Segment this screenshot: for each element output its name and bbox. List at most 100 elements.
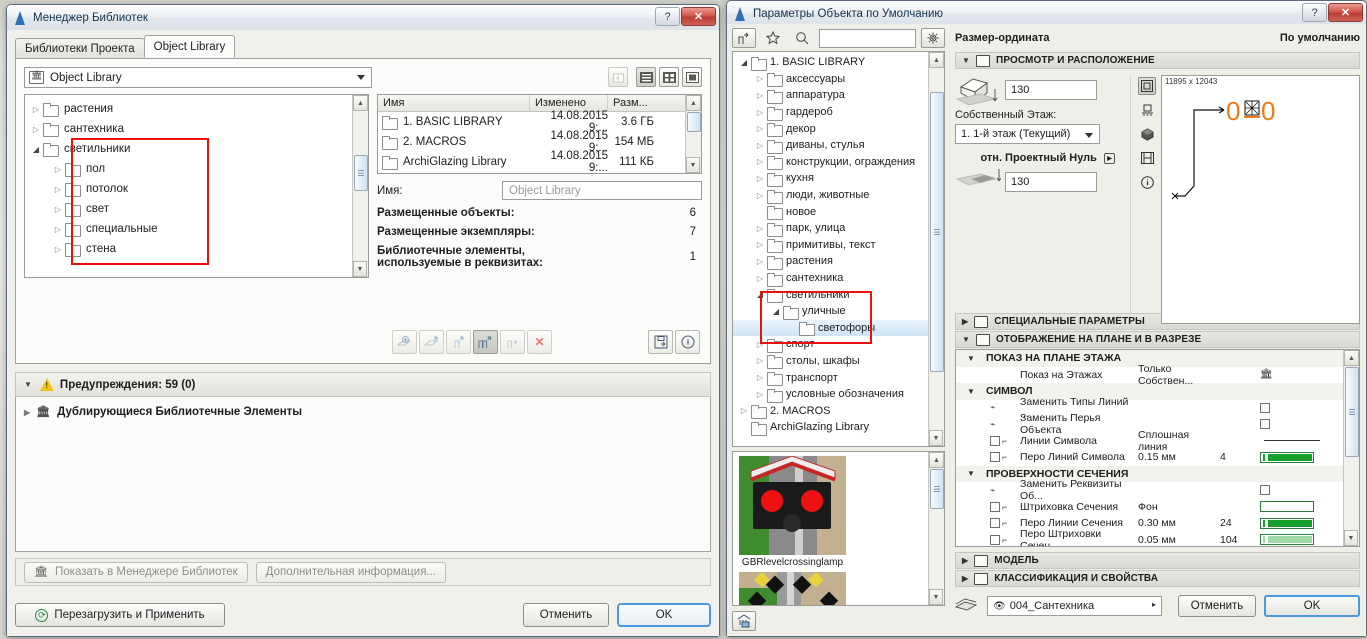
scroll-up-button[interactable]: ▲: [1344, 350, 1359, 366]
property-value[interactable]: Фон: [1138, 501, 1220, 513]
save-icon[interactable]: [648, 330, 673, 354]
property-row[interactable]: ⌐ Штриховка Сечения Фон: [956, 499, 1359, 516]
chevron-right-icon[interactable]: ▷: [29, 125, 43, 134]
object-tree-item[interactable]: ▷ декор: [733, 120, 944, 138]
chevron-right-icon[interactable]: ▷: [51, 205, 65, 214]
library-manager-titlebar[interactable]: Менеджер Библиотек ? ✕: [7, 5, 719, 30]
scroll-thumb[interactable]: ☰: [930, 469, 944, 509]
height-input[interactable]: 130: [1005, 80, 1097, 100]
library-tree-item[interactable]: ▷ специальные: [25, 219, 368, 239]
object-tree-item[interactable]: ArchiGlazing Library: [733, 419, 944, 436]
scroll-down-button[interactable]: ▼: [929, 589, 943, 605]
object-tree-item[interactable]: ▷ примитивы, текст: [733, 237, 944, 254]
remove-icon[interactable]: ✕: [527, 330, 552, 354]
object-tree-item[interactable]: ▷ конструкции, ограждения: [733, 154, 944, 171]
chevron-right-icon[interactable]: ▷: [753, 191, 767, 200]
chevron-right-icon[interactable]: ▷: [753, 174, 767, 183]
pen-color-swatch[interactable]: [1260, 451, 1314, 463]
additional-info-button[interactable]: Дополнительная информация...: [255, 561, 446, 583]
object-tree-item[interactable]: ▷ транспорт: [733, 369, 944, 387]
warning-item[interactable]: ▶ 🏛 Дублирующиеся Библиотечные Элементы: [24, 405, 702, 419]
list-view-icon[interactable]: [636, 67, 656, 87]
close-button[interactable]: ✕: [681, 7, 716, 26]
rel-zero-input[interactable]: 130: [1005, 172, 1097, 192]
front-view-icon[interactable]: [1138, 101, 1156, 119]
property-row[interactable]: ⌁ Заменить Типы Линий ...: [956, 396, 1359, 420]
add-library-icon[interactable]: [392, 330, 417, 354]
folder-up-icon[interactable]: [608, 67, 628, 87]
add-linked-library-icon[interactable]: [419, 330, 444, 354]
property-checkbox[interactable]: [990, 518, 1000, 529]
pen-color-swatch[interactable]: [1260, 534, 1314, 546]
plan-section-properties-table[interactable]: ▼ ПОКАЗ НА ПЛАНЕ ЭТАЖА Показ на Этажах Толь…: [955, 349, 1360, 547]
chevron-right-icon[interactable]: ▷: [753, 356, 767, 365]
scroll-up-button[interactable]: ▲: [686, 95, 701, 111]
layer-select[interactable]: 👁 004_Сантехника: [987, 596, 1162, 616]
property-checkbox[interactable]: [1260, 402, 1270, 413]
search-input[interactable]: [819, 28, 916, 48]
property-row[interactable]: ⌁ Заменить Реквизиты Об...: [956, 478, 1359, 502]
chevron-right-icon[interactable]: ▷: [753, 373, 767, 382]
properties-scrollbar[interactable]: ▲ ☰ ▼: [1343, 350, 1359, 546]
property-pen-number[interactable]: 4: [1220, 451, 1260, 463]
tab-project-libraries[interactable]: Библиотеки Проекта: [15, 38, 145, 58]
library-selector-combo[interactable]: Object Library: [24, 67, 372, 88]
table-row[interactable]: ArchiGlazing Library 14.08.2015 9:... 111 …: [378, 150, 701, 173]
property-checkbox[interactable]: [990, 452, 1000, 463]
object-tree-item[interactable]: ▷ люди, животные: [733, 187, 944, 204]
settings-gear-icon[interactable]: [921, 28, 945, 48]
property-value[interactable]: 0.30 мм: [1138, 517, 1220, 529]
chevron-right-icon[interactable]: ▶: [962, 317, 968, 326]
pen-color-swatch[interactable]: [1260, 517, 1314, 529]
table-row[interactable]: 2. MACROS 14.08.2015 9:... 154 МБ: [378, 130, 701, 154]
property-pen-number[interactable]: 104: [1220, 534, 1260, 546]
library-tree-item[interactable]: ▷ стена: [25, 239, 368, 259]
chevron-right-icon[interactable]: ▷: [753, 390, 767, 399]
move-icon[interactable]: [500, 330, 525, 354]
library-tree-scrollbar[interactable]: ▲ ☰ ▼: [352, 95, 368, 277]
chevron-right-icon[interactable]: ▷: [51, 225, 65, 234]
property-value[interactable]: 0.05 мм: [1138, 534, 1220, 546]
property-row[interactable]: ⌐ Линии Символа Сплошная линия: [956, 429, 1359, 453]
scroll-thumb[interactable]: ☰: [930, 92, 944, 372]
property-row[interactable]: ⌐ Перо Линии Сечения 0.30 мм 24: [956, 515, 1359, 532]
scroll-thumb[interactable]: ☰: [354, 155, 368, 191]
chevron-down-icon[interactable]: ▼: [956, 469, 986, 478]
library-tree[interactable]: ▷ растения ▷ сантехника ◢ светильники ▷ пол ▷ пот…: [24, 94, 369, 278]
library-tree-item[interactable]: ▷ потолок: [25, 179, 368, 199]
close-button[interactable]: ✕: [1328, 3, 1363, 22]
object-tree-item[interactable]: светофоры: [733, 319, 944, 337]
chevron-down-icon[interactable]: ▼: [24, 380, 32, 389]
chevron-right-icon[interactable]: ▷: [753, 224, 767, 233]
story-icon[interactable]: 🏛: [1260, 369, 1273, 380]
rel-zero-popup-icon[interactable]: ▶: [1104, 152, 1115, 164]
library-manager-shortcut-icon[interactable]: [732, 611, 756, 631]
property-row[interactable]: ⌐ Перо Линий Символа 0.15 мм 4: [956, 449, 1359, 466]
chevron-right-icon[interactable]: ▷: [753, 91, 767, 100]
object-tree-item[interactable]: ▷ спорт: [733, 336, 944, 353]
object-settings-titlebar[interactable]: Параметры Объекта по Умолчанию ? ✕: [727, 1, 1366, 26]
scroll-down-button[interactable]: ▼: [1344, 530, 1358, 546]
section-geometry[interactable]: ▼ ПРОСМОТР И РАСПОЛОЖЕНИЕ: [955, 52, 1360, 69]
object-browse-icon[interactable]: [732, 28, 756, 48]
help-button[interactable]: ?: [655, 7, 680, 26]
object-tree-item[interactable]: ▷ диваны, стулья: [733, 137, 944, 154]
scroll-up-button[interactable]: ▲: [353, 95, 368, 111]
library-tree-item[interactable]: ◢ светильники: [25, 139, 368, 159]
chevron-right-icon[interactable]: ▷: [29, 105, 43, 114]
object-tree-item[interactable]: ◢ 1. BASIC LIBRARY: [733, 54, 944, 71]
library-tree-item[interactable]: ▷ растения: [25, 99, 368, 119]
duplicate-icon[interactable]: [446, 330, 471, 354]
library-tree-item[interactable]: ▷ сантехника: [25, 119, 368, 139]
info-icon[interactable]: [1138, 173, 1156, 191]
plan-view-icon[interactable]: [1138, 77, 1156, 95]
chevron-down-icon[interactable]: ▼: [956, 354, 986, 363]
property-checkbox[interactable]: [990, 435, 1000, 446]
ok-button[interactable]: OK: [617, 603, 711, 627]
object-tree-scrollbar[interactable]: ▲ ☰ ▼: [928, 52, 944, 446]
property-checkbox[interactable]: [990, 534, 1000, 545]
object-tree-item[interactable]: ▷ растения: [733, 253, 944, 270]
object-preview[interactable]: 11895 x 12043 0 0: [1161, 75, 1360, 324]
property-row[interactable]: Показ на Этажах Только Собствен... 🏛: [956, 363, 1359, 387]
info-icon[interactable]: [675, 330, 700, 354]
